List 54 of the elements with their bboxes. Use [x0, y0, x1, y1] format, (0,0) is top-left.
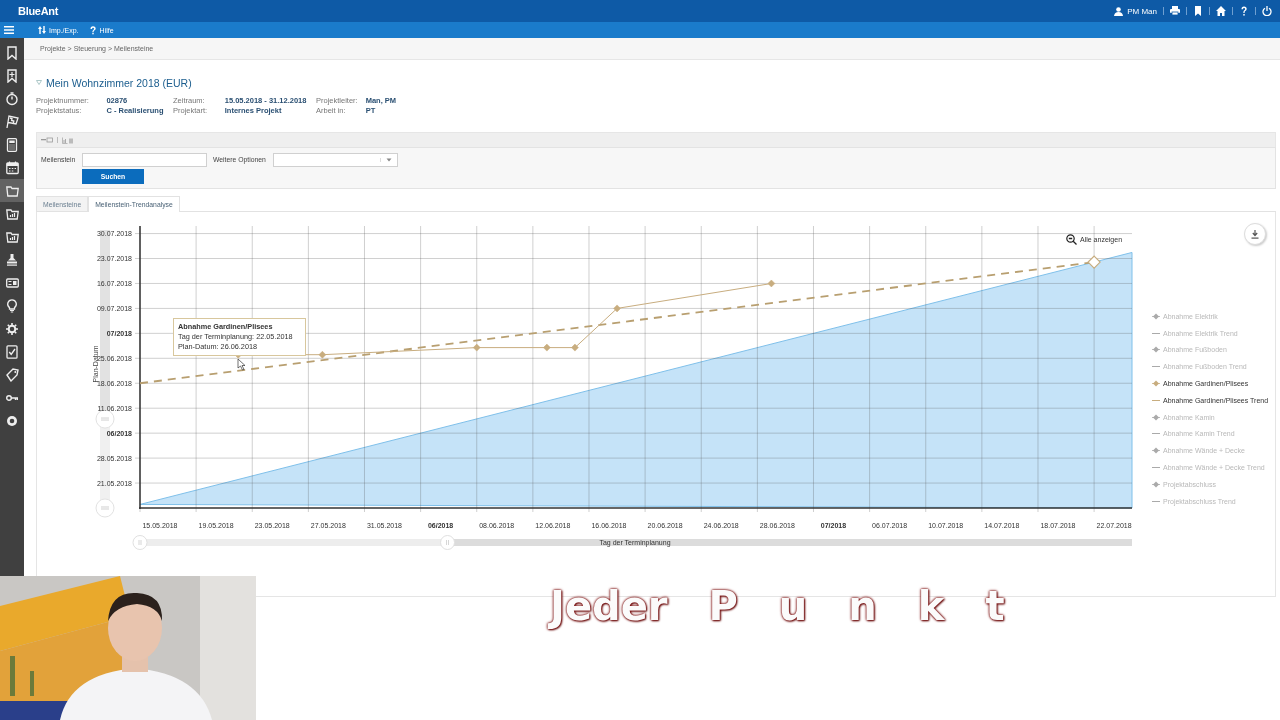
checklist-icon: [5, 344, 19, 359]
help-icon: [88, 25, 97, 35]
video-caption: t: [983, 582, 1007, 631]
stopwatch-icon: [5, 91, 19, 106]
milestone-field[interactable]: [82, 152, 207, 167]
card-icon: [5, 275, 19, 290]
video-caption: P: [707, 582, 739, 631]
help-icon: [1239, 6, 1249, 16]
bookmark-plus-icon: [5, 68, 19, 83]
circle-icon: [5, 413, 19, 428]
help-button[interactable]: [1239, 6, 1249, 16]
app-logo: BlueAnt: [18, 5, 59, 17]
project-title: Mein Wohnzimmer 2018 (EUR): [46, 76, 192, 89]
download-button[interactable]: [1244, 223, 1266, 245]
user-menu[interactable]: PM Man: [1114, 6, 1157, 16]
bookmark-icon: [1193, 6, 1203, 16]
diamond-marker-icon: [1152, 312, 1160, 320]
menu-icon: [4, 26, 14, 34]
menu-button[interactable]: [4, 26, 14, 34]
diamond-marker-icon: [1152, 413, 1160, 421]
collapse-icon: [41, 137, 53, 143]
video-caption: k: [916, 582, 947, 631]
folder-chart-icon: [5, 229, 19, 244]
diamond-marker-icon: [1152, 380, 1160, 388]
print-icon: [1170, 6, 1180, 16]
print-button[interactable]: [1170, 6, 1180, 16]
tag-icon: [5, 367, 19, 382]
power-button[interactable]: [1262, 6, 1272, 16]
zoom-out-icon: [1066, 234, 1077, 245]
calculator-icon: [5, 137, 19, 152]
video-caption: u: [777, 582, 809, 631]
lightbulb-icon: [5, 298, 19, 313]
cursor-icon: [237, 358, 246, 371]
arrows-icon: [38, 25, 46, 35]
diamond-marker-icon: [1152, 480, 1160, 488]
download-icon: [1251, 229, 1259, 239]
diamond-marker-icon: [1152, 346, 1160, 354]
sidebar-item[interactable]: [0, 179, 24, 202]
video-caption: Jeder: [542, 578, 676, 634]
flag-icon: [5, 114, 19, 129]
user-icon: [1114, 6, 1124, 16]
stamp-icon: [5, 252, 19, 267]
folder-chart-icon: [5, 206, 19, 221]
power-icon: [1262, 6, 1272, 16]
range-slider[interactable]: [132, 535, 1132, 550]
diamond-marker-icon: [1152, 447, 1160, 455]
home-icon: [1216, 6, 1226, 16]
gear-icon: [5, 321, 19, 336]
calendar-icon: [5, 160, 19, 175]
folder-icon: [5, 183, 19, 198]
bookmark-button[interactable]: [1193, 6, 1203, 16]
video-caption: n: [847, 582, 878, 631]
bookmark-icon: [5, 45, 19, 60]
home-button[interactable]: [1216, 6, 1226, 16]
